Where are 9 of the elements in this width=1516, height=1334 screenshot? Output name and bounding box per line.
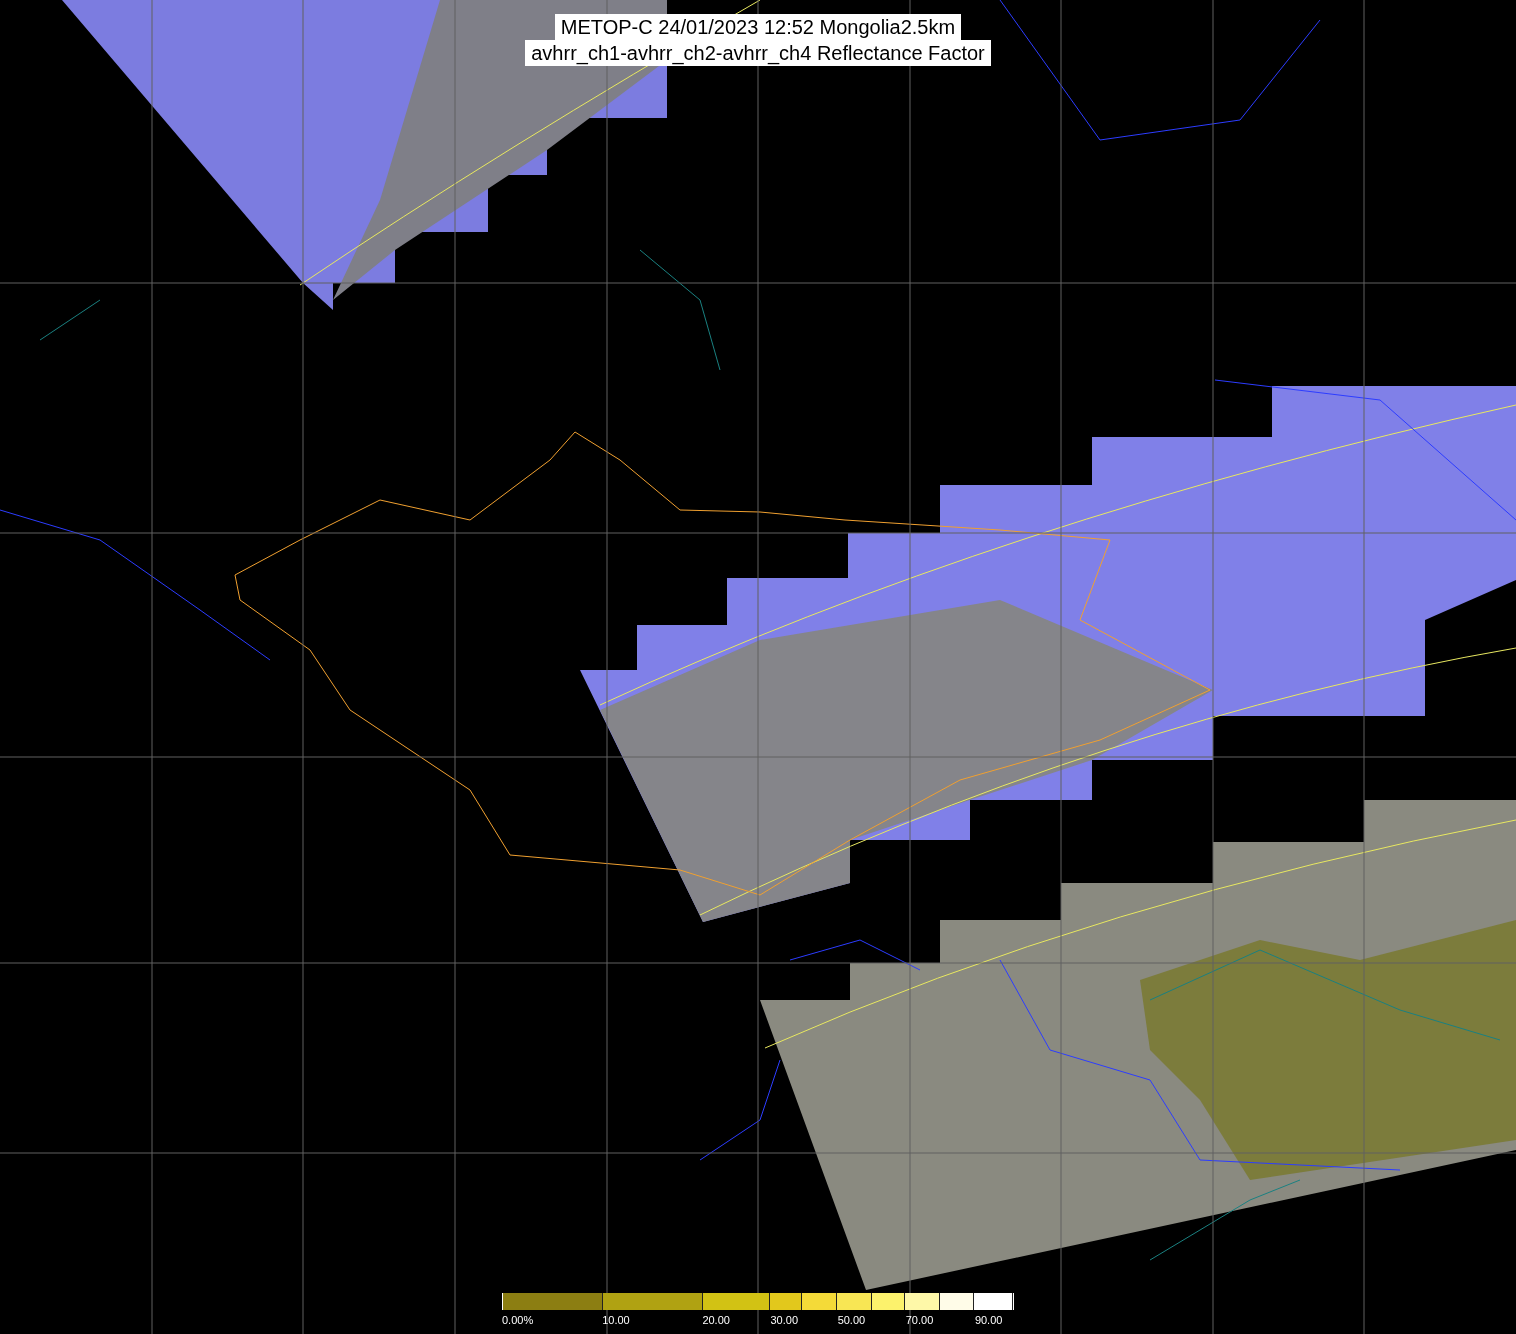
colorbar-tick-label: 50.00 [837, 1313, 866, 1327]
map-title: METOP-C 24/01/2023 12:52 Mongolia2.5km [554, 14, 962, 40]
colorbar-tick-label: 30.00 [770, 1313, 799, 1327]
colorbar-tick-label: 90.00 [974, 1313, 1003, 1327]
colorbar-tick-label: 0.00% [502, 1313, 534, 1327]
colorbar-tick-label: 20.00 [702, 1313, 730, 1327]
map-title: avhrr_ch1-avhrr_ch2-avhrr_ch4 Reflectance Factor [525, 40, 991, 66]
colorbar-tick-label: 70.00 [905, 1313, 934, 1327]
colorbar-tick-label: 10.00 [602, 1313, 630, 1327]
